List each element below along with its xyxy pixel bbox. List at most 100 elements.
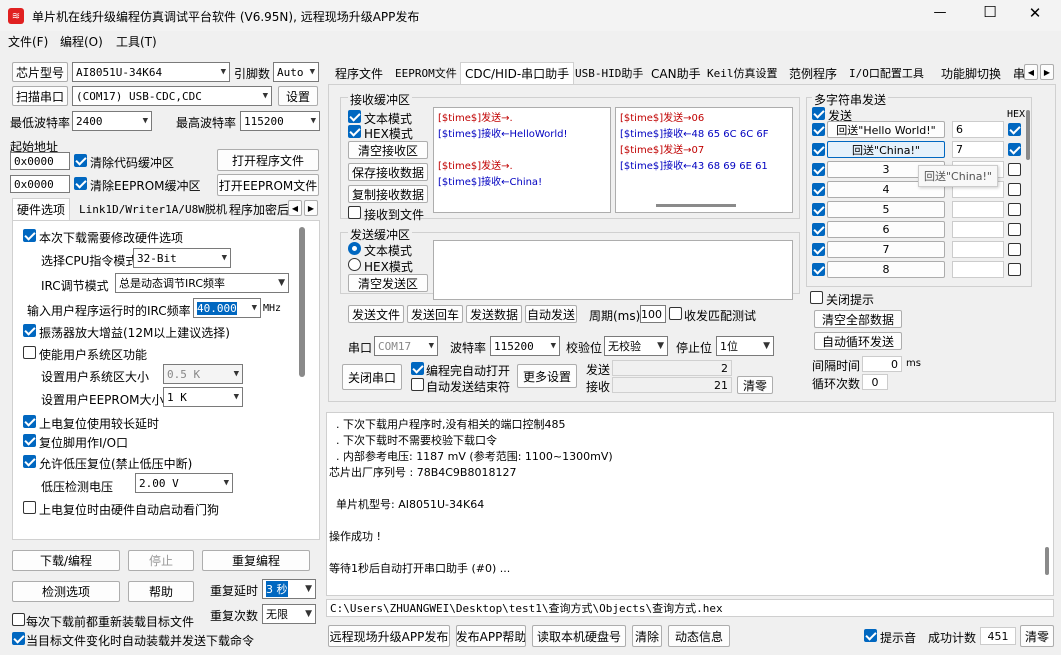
tab-eeprom-file[interactable]: EEPROM文件 [390, 62, 462, 84]
tab-program-file[interactable]: 程序文件 [330, 62, 388, 84]
cpu-mode-select[interactable]: 32-Bit ▼ [133, 248, 231, 268]
save-receive-button[interactable]: 保存接收数据 [348, 163, 428, 181]
multi-send-row-checkbox[interactable] [812, 143, 825, 156]
receive-hex-area[interactable]: [$time$]发送→06 [$time$]接收←48 65 6C 6C 6F … [615, 107, 793, 213]
tab-can[interactable]: CAN助手 [646, 62, 706, 84]
tab-examples[interactable]: 范例程序 [784, 62, 842, 84]
receive-text-area[interactable]: [$time$]发送→. [$time$]接收←HelloWorld! [$ti… [433, 107, 611, 213]
port-select-right[interactable]: COM17 ▼ [374, 336, 438, 356]
hw-scrollbar[interactable] [299, 227, 305, 377]
eeprom-address-input[interactable]: 0x0000 [10, 175, 70, 193]
multi-send-row-checkbox[interactable] [812, 163, 825, 176]
beep-checkbox[interactable] [864, 629, 877, 642]
scan-port-button[interactable]: 扫描串口 [12, 86, 68, 106]
period-input[interactable]: 100 [640, 305, 666, 323]
multi-hex-checkbox[interactable] [1008, 263, 1021, 276]
tab-scroll-left-icon[interactable]: ◀ [288, 200, 302, 216]
clear-all-data-button[interactable]: 清空全部数据 [814, 310, 902, 328]
tab-usb-hid[interactable]: USB-HID助手 [570, 62, 648, 84]
port-select[interactable]: (COM17) USB-CDC,CDC ▼ [72, 86, 272, 106]
send-hex-radio[interactable] [348, 258, 361, 271]
multi-send-row-value[interactable] [952, 241, 1004, 258]
tab-scroll-right-icon[interactable]: ▶ [1040, 64, 1054, 80]
help-button[interactable]: 帮助 [128, 581, 194, 602]
detect-options-button[interactable]: 检测选项 [12, 581, 120, 602]
sys-area-checkbox[interactable] [23, 346, 36, 359]
irc-freq-select[interactable]: 40.000 ▼ [193, 298, 261, 318]
hex-h-scrollbar[interactable] [656, 204, 736, 207]
download-button[interactable]: 下载/编程 [12, 550, 120, 571]
multi-send-row-checkbox[interactable] [812, 223, 825, 236]
menu-program[interactable]: 编程(O) [60, 33, 103, 50]
open-program-button[interactable]: 打开程序文件 [217, 149, 319, 171]
max-baud-select[interactable]: 115200 ▼ [240, 111, 320, 131]
menu-file[interactable]: 文件(F) [8, 33, 48, 50]
send-text-area[interactable] [433, 240, 793, 300]
tab-keil[interactable]: Keil仿真设置 [702, 62, 783, 84]
osc-gain-checkbox[interactable] [23, 324, 36, 337]
auto-open-checkbox[interactable] [411, 362, 424, 375]
read-disk-button[interactable]: 读取本机硬盘号 [532, 625, 626, 647]
clear-send-button[interactable]: 清空发送区 [348, 274, 428, 292]
tab-offline[interactable]: Link1D/Writer1A/U8W脱机 [74, 198, 232, 220]
auto-send-button[interactable]: 自动发送 [525, 305, 577, 323]
multi-hex-checkbox[interactable] [1008, 203, 1021, 216]
minimize-button[interactable]: — [920, 5, 960, 20]
multi-send-row-checkbox[interactable] [812, 183, 825, 196]
multi-send-row-value[interactable] [952, 201, 1004, 218]
tab-hardware[interactable]: 硬件选项 [12, 198, 71, 220]
loop-count-input[interactable]: 0 [862, 374, 888, 390]
send-enter-button[interactable]: 发送回车 [407, 305, 463, 323]
news-button[interactable]: 动态信息 [668, 625, 730, 647]
tab-scroll-left-icon[interactable]: ◀ [1024, 64, 1038, 80]
lvr-checkbox[interactable] [23, 455, 36, 468]
multi-send-row-button[interactable]: 回送"China!" [827, 141, 945, 158]
remote-upgrade-button[interactable]: 远程现场升级APP发布 [328, 625, 450, 647]
pins-select[interactable]: Auto ▼ [273, 62, 319, 82]
auto-load-checkbox[interactable] [12, 632, 25, 645]
app-help-button[interactable]: 发布APP帮助 [456, 625, 526, 647]
lvd-select[interactable]: 2.00 V ▼ [135, 473, 233, 493]
reprogram-button[interactable]: 重复编程 [202, 550, 310, 571]
chip-model-button[interactable]: 芯片型号 [12, 62, 68, 82]
close-button[interactable]: ✕ [1015, 4, 1055, 22]
recv-text-checkbox[interactable] [348, 110, 361, 123]
repeat-delay-select[interactable]: 3 秒 ▼ [262, 579, 316, 599]
menu-tools[interactable]: 工具(T) [116, 33, 157, 50]
chip-model-select[interactable]: AI8051U-34K64 ▼ [72, 62, 230, 82]
clear-log-button[interactable]: 清除 [632, 625, 662, 647]
close-hint-checkbox[interactable] [810, 291, 823, 304]
interval-input[interactable]: 0 [862, 356, 902, 372]
log-scrollbar[interactable] [1045, 547, 1049, 575]
multi-hex-checkbox[interactable] [1008, 223, 1021, 236]
parity-select[interactable]: 无校验 ▼ [604, 336, 668, 356]
clear-code-checkbox[interactable] [74, 154, 87, 167]
clear-count-button[interactable]: 清零 [737, 376, 773, 394]
open-eeprom-button[interactable]: 打开EEPROM文件 [217, 174, 319, 196]
send-file-button[interactable]: 发送文件 [348, 305, 404, 323]
code-address-input[interactable]: 0x0000 [10, 152, 70, 170]
sys-size-select[interactable]: 0.5 K ▼ [163, 364, 243, 384]
long-delay-checkbox[interactable] [23, 415, 36, 428]
multi-hex-checkbox[interactable] [1008, 123, 1021, 136]
auto-end-checkbox[interactable] [411, 378, 424, 391]
irc-mode-select[interactable]: 总是动态调节IRC频率 ▼ [115, 273, 289, 293]
copy-receive-button[interactable]: 复制接收数据 [348, 185, 428, 203]
multi-hex-checkbox[interactable] [1008, 143, 1021, 156]
repeat-count-select[interactable]: 无限 ▼ [262, 604, 316, 624]
min-baud-select[interactable]: 2400 ▼ [72, 111, 152, 131]
send-text-radio[interactable] [348, 242, 361, 255]
clear-success-button[interactable]: 清零 [1020, 625, 1054, 647]
wdt-checkbox[interactable] [23, 501, 36, 514]
match-test-checkbox[interactable] [669, 307, 682, 320]
multi-hex-checkbox[interactable] [1008, 163, 1021, 176]
clear-eeprom-checkbox[interactable] [74, 177, 87, 190]
recv-hex-checkbox[interactable] [348, 125, 361, 138]
baud-select[interactable]: 115200 ▼ [490, 336, 560, 356]
multi-send-row-button[interactable]: 6 [827, 221, 945, 238]
multi-send-row-checkbox[interactable] [812, 203, 825, 216]
multi-send-row-value[interactable]: 7 [952, 141, 1004, 158]
stop-button[interactable]: 停止 [128, 550, 194, 571]
multi-send-row-button[interactable]: 5 [827, 201, 945, 218]
recv-to-file-checkbox[interactable] [348, 206, 361, 219]
